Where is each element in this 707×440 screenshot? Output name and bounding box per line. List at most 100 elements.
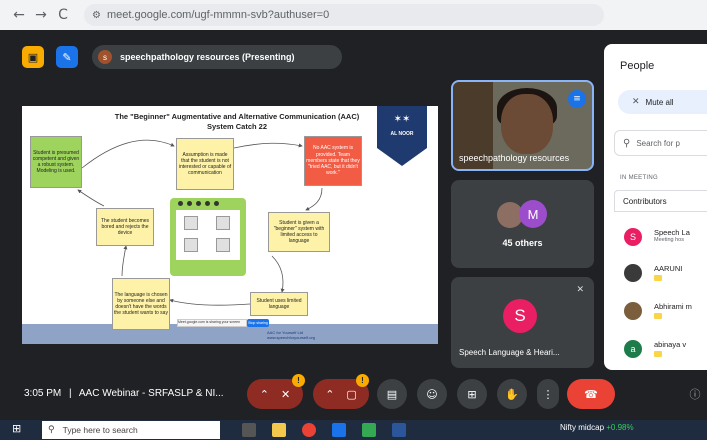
info-separator: | <box>69 388 72 399</box>
keyboard-badge-icon <box>654 351 662 357</box>
box-presumed-competent: Student is presumed competent and given … <box>30 136 82 188</box>
whiteboard-icon[interactable]: ✎ <box>56 46 78 68</box>
participant-avatar: S <box>624 228 642 246</box>
presenter-name: speechpathology resources <box>459 153 570 163</box>
ticker-change: +0.98% <box>606 423 634 432</box>
participant-name: Abhirami m <box>654 302 692 311</box>
leave-call-button[interactable]: ☎ <box>567 379 615 409</box>
participant-avatar <box>624 264 642 282</box>
participant-row[interactable]: a abinaya v <box>624 338 707 362</box>
participant-avatar <box>624 302 642 320</box>
box-assumption: Assumption is made that the student is n… <box>176 138 234 190</box>
box-language-chosen: The language is chosen by someone else a… <box>112 278 170 330</box>
captions-button[interactable]: ▤ <box>377 379 407 409</box>
reactions-button[interactable]: ☺ <box>417 379 447 409</box>
box-bored: The student becomes bored and rejects th… <box>96 208 154 246</box>
people-search-input[interactable]: ⚲ Search for p <box>614 130 707 156</box>
box-limited-language: Student uses limited language <box>250 292 308 316</box>
reload-icon[interactable]: C <box>52 4 74 26</box>
word-icon[interactable] <box>392 423 406 437</box>
box-no-aac: No AAC system is provided. Team members … <box>304 136 362 186</box>
present-button[interactable]: ⊞ <box>457 379 487 409</box>
presenting-chip[interactable]: s speechpathology resources (Presenting) <box>92 45 342 69</box>
credit-line-2: www.speechforyourself.org <box>267 335 316 340</box>
presenter-face <box>501 94 553 154</box>
participant-name: AARUNI <box>654 264 683 273</box>
task-view-icon[interactable] <box>242 423 256 437</box>
search-icon: ⚲ <box>48 425 55 435</box>
meeting-info: 3:05 PM | AAC Webinar - SRFASLP & NI... <box>24 388 224 399</box>
participant-avatar-m: M <box>519 200 547 228</box>
file-explorer-icon[interactable] <box>272 423 286 437</box>
contributors-section[interactable]: Contributors <box>614 190 707 212</box>
speaking-indicator-icon: ≡ <box>568 90 586 108</box>
site-settings-icon[interactable]: ⚙ <box>92 10 101 21</box>
search-icon: ⚲ <box>623 137 631 149</box>
present-icon: ⊞ <box>467 387 477 401</box>
participant-role: Meeting hos <box>654 237 684 243</box>
mic-off-icon: ✕ <box>576 285 584 295</box>
people-title: People <box>620 60 655 72</box>
more-vert-icon: ⋮ <box>542 387 554 401</box>
windows-start-icon[interactable]: ⊞ <box>12 422 26 436</box>
participant-row[interactable]: S Speech La Meeting hos <box>624 226 707 250</box>
others-count: 45 others <box>502 238 543 248</box>
slide-credit: AAC for Yourself Ltd www.speechforyourse… <box>267 330 315 340</box>
sharing-notice: Meet.google.com is sharing your screen <box>177 319 247 327</box>
forward-icon[interactable]: → <box>30 4 52 26</box>
info-button[interactable]: ⓘ <box>683 379 707 409</box>
chevron-up-icon[interactable]: ⌃ <box>260 388 269 401</box>
meeting-name: AAC Webinar - SRFASLP & NI... <box>78 388 224 399</box>
speaker-tile[interactable]: ✕ S Speech Language & Heari... <box>451 277 594 368</box>
speaker-avatar: S <box>503 299 537 333</box>
emoji-icon: ☺ <box>426 387 438 401</box>
mic-off-icon[interactable]: ✕ <box>281 388 290 401</box>
info-icon: ⓘ <box>689 388 701 401</box>
ticker-name: Nifty midcap <box>560 423 605 432</box>
chevron-up-icon[interactable]: ⌃ <box>325 388 334 401</box>
raise-hand-button[interactable]: ✋ <box>497 379 527 409</box>
participant-name: abinaya v <box>654 340 687 349</box>
in-meeting-heading: IN MEETING <box>620 175 659 181</box>
keyboard-badge-icon <box>654 275 662 281</box>
browser-toolbar: ← → C ⚙ meet.google.com/ugf-mmmn-svb?aut… <box>0 0 707 30</box>
presenter-avatar: s <box>98 50 112 64</box>
taskbar-search-placeholder: Type here to search <box>62 425 138 435</box>
back-icon[interactable]: ← <box>8 4 30 26</box>
participant-name: Speech La <box>654 228 690 237</box>
stock-ticker[interactable]: Nifty midcap +0.98% <box>560 423 634 432</box>
keyboard-badge-icon <box>654 313 662 319</box>
address-bar[interactable]: ⚙ meet.google.com/ugf-mmmn-svb?authuser=… <box>84 4 604 26</box>
presenting-label: speechpathology resources (Presenting) <box>120 52 295 62</box>
people-panel: People ✕ Mute all ⚲ Search for p IN MEET… <box>604 44 707 370</box>
people-search-placeholder: Search for p <box>636 138 680 148</box>
speaker-name: Speech Language & Heari... <box>459 348 560 357</box>
windows-taskbar: ⊞ ⚲ Type here to search Nifty midcap +0.… <box>0 420 707 440</box>
app-icon[interactable] <box>362 423 376 437</box>
taskbar-search[interactable]: ⚲ Type here to search <box>42 421 220 439</box>
more-options-button[interactable]: ⋮ <box>537 379 559 409</box>
camera-off-icon[interactable]: ▢ <box>346 388 356 401</box>
mic-off-icon: ✕ <box>632 97 640 107</box>
end-call-icon: ☎ <box>584 387 598 401</box>
clock-time: 3:05 PM <box>24 388 62 399</box>
presenter-video-tile[interactable]: ≡ speechpathology resources <box>451 80 594 171</box>
participant-row[interactable]: AARUNI <box>624 262 707 286</box>
participant-row[interactable]: Abhirami m <box>624 300 707 324</box>
activity-icon[interactable]: ▣ <box>22 46 44 68</box>
chrome-icon[interactable] <box>302 423 316 437</box>
hand-icon: ✋ <box>505 387 519 401</box>
mute-all-label: Mute all <box>645 97 674 107</box>
others-tile[interactable]: M 45 others <box>451 180 594 268</box>
captions-icon: ▤ <box>386 387 398 401</box>
app-l-icon[interactable] <box>332 423 346 437</box>
shared-screen: The "Beginner" Augmentative and Alternat… <box>22 106 438 344</box>
mic-warning-badge: ! <box>292 374 305 387</box>
participant-avatar: a <box>624 340 642 358</box>
aac-device-image <box>170 198 246 276</box>
mute-all-button[interactable]: ✕ Mute all <box>618 90 707 114</box>
stop-sharing-button[interactable]: Stop sharing <box>247 319 269 327</box>
box-beginner-system: Student is given a "beginner" system wit… <box>268 212 330 252</box>
url-text: meet.google.com/ugf-mmmn-svb?authuser=0 <box>106 9 330 21</box>
camera-warning-badge: ! <box>356 374 369 387</box>
